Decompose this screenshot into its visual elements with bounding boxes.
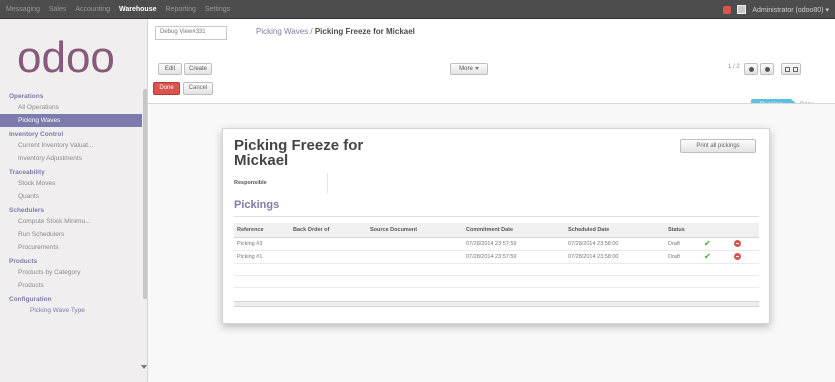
pickings-section-title: Pickings: [234, 199, 280, 211]
sidebar: odoo Operations All Operations Picking W…: [0, 19, 148, 382]
column-header-back-order[interactable]: Back Order of: [290, 223, 367, 238]
page-title: Picking Freeze for Mickael: [234, 137, 364, 169]
breadcrumb-picking-waves[interactable]: Picking Waves: [256, 27, 308, 36]
cell-commitment-date: 07/28/2014 23:57:59: [463, 237, 565, 251]
breadcrumb: Picking Waves / Picking Freeze for Micka…: [256, 27, 415, 36]
pager-value: 1 / 2: [728, 64, 740, 70]
responsible-field[interactable]: [327, 173, 328, 193]
sidebar-item-inventory-adjustments[interactable]: Inventory Adjustments: [0, 152, 142, 165]
logo-text: odoo: [17, 33, 115, 82]
top-menu-warehouse[interactable]: Warehouse: [119, 6, 156, 13]
sidebar-section-inventory-control: Inventory Control: [9, 131, 64, 138]
cell-reference: Picking #1: [234, 250, 290, 264]
sidebar-item-quants[interactable]: Quants: [0, 190, 142, 203]
create-button[interactable]: Create: [184, 63, 212, 75]
user-menu[interactable]: Administrator (odoo80) ▾: [752, 6, 829, 14]
sidebar-item-picking-waves[interactable]: Picking Waves: [0, 114, 142, 127]
scroll-down-icon[interactable]: [141, 365, 147, 369]
top-menu-accounting[interactable]: Accounting: [75, 6, 110, 13]
sidebar-item-all-operations[interactable]: All Operations: [0, 101, 142, 114]
cell-delete: [731, 250, 759, 264]
sidebar-section-schedulers: Schedulers: [9, 207, 45, 214]
column-header-source-document[interactable]: Source Document: [367, 223, 463, 238]
column-header-reference[interactable]: Reference: [234, 223, 290, 238]
top-menu: Messaging Sales Accounting Warehouse Rep…: [6, 0, 230, 19]
cell-action: ✔: [701, 250, 731, 264]
table-row-empty: [234, 275, 759, 288]
checkmark-icon[interactable]: ✔: [704, 239, 711, 248]
cell-status: Draft: [665, 237, 701, 251]
view-switch[interactable]: [781, 63, 801, 75]
sidebar-section-traceability: Traceability: [9, 169, 45, 176]
list-view-icon[interactable]: [785, 67, 790, 72]
column-header-action: [701, 223, 731, 238]
form-sheet: Picking Freeze for Mickael Print all pic…: [222, 128, 770, 324]
sidebar-item-inventory-valuation[interactable]: Current Inventory Valuat...: [0, 139, 142, 152]
sidebar-item-picking-wave-type[interactable]: Picking Wave Type: [0, 304, 142, 317]
print-all-pickings-button[interactable]: Print all pickings: [680, 139, 756, 153]
caret-down-icon: [474, 66, 479, 70]
pager-next-button[interactable]: [760, 63, 774, 75]
sidebar-item-procurements[interactable]: Procurements: [0, 241, 142, 254]
column-header-status[interactable]: Status: [665, 223, 701, 238]
responsible-label: Responsible: [234, 180, 267, 186]
table-row-empty: [234, 263, 759, 276]
table-header-row: Reference Back Order of Source Document …: [234, 223, 759, 238]
table-footer: [234, 301, 759, 307]
top-menu-messaging[interactable]: Messaging: [6, 6, 40, 13]
form-statusbar: Done Cancel Running Done: [148, 78, 835, 112]
done-button[interactable]: Done: [153, 82, 180, 95]
notification-icon[interactable]: [723, 5, 732, 14]
sidebar-section-products: Products: [9, 258, 38, 265]
column-header-commitment-date[interactable]: Commitment Date: [463, 223, 565, 238]
edit-button[interactable]: Edit: [158, 63, 182, 75]
cell-delete: [731, 237, 759, 251]
table-row[interactable]: Picking #3 07/28/2014 23:57:59 07/28/201…: [234, 237, 759, 251]
odoo-logo[interactable]: odoo: [17, 32, 137, 82]
cell-reference: Picking #3: [234, 237, 290, 251]
empty-cell: [234, 263, 759, 276]
breadcrumb-current: Picking Freeze for Mickael: [314, 27, 415, 36]
column-header-delete: [731, 223, 759, 238]
delete-icon[interactable]: [734, 253, 741, 260]
sidebar-item-run-schedulers[interactable]: Run Schedulers: [0, 228, 142, 241]
sidebar-section-operations: Operations: [9, 93, 44, 100]
sidebar-item-products-by-category[interactable]: Products by Category: [0, 266, 142, 279]
more-button[interactable]: More: [450, 63, 488, 75]
cell-action: ✔: [701, 237, 731, 251]
empty-cell: [234, 275, 759, 288]
top-menu-reporting[interactable]: Reporting: [166, 6, 196, 13]
cell-status: Draft: [665, 250, 701, 264]
cell-commitment-date: 07/28/2014 23:57:59: [463, 250, 565, 264]
cell-back-order: [290, 237, 367, 251]
breadcrumb-separator: /: [308, 27, 315, 36]
sidebar-item-stock-moves[interactable]: Stock Moves: [0, 177, 142, 190]
top-menu-sales[interactable]: Sales: [49, 6, 67, 13]
section-divider: [234, 216, 759, 217]
cell-back-order: [290, 250, 367, 264]
sidebar-item-compute-stock-minimum[interactable]: Compute Stock Minimu...: [0, 215, 142, 228]
top-menu-settings[interactable]: Settings: [205, 6, 230, 13]
avatar[interactable]: [737, 5, 747, 14]
column-header-scheduled-date[interactable]: Scheduled Date: [565, 223, 665, 238]
checkmark-icon[interactable]: ✔: [704, 252, 711, 261]
sidebar-item-products[interactable]: Products: [0, 279, 142, 292]
more-label: More: [459, 66, 473, 72]
sidebar-menu: Operations All Operations Picking Waves …: [0, 89, 142, 317]
debug-view-select[interactable]: Debug View#331: [155, 26, 227, 40]
cell-scheduled-date: 07/28/2014 23:58:00: [565, 237, 665, 251]
cell-scheduled-date: 07/28/2014 23:58:00: [565, 250, 665, 264]
pickings-table: Reference Back Order of Source Document …: [234, 223, 759, 288]
form-view-icon[interactable]: [793, 67, 798, 72]
cancel-button[interactable]: Cancel: [183, 82, 213, 95]
cell-source-document: [367, 250, 463, 264]
top-navbar: Messaging Sales Accounting Warehouse Rep…: [0, 0, 835, 19]
cell-source-document: [367, 237, 463, 251]
table-row[interactable]: Picking #1 07/28/2014 23:57:59 07/28/201…: [234, 250, 759, 264]
delete-icon[interactable]: [734, 240, 741, 247]
sidebar-section-configuration: Configuration: [9, 296, 52, 303]
user-area: Administrator (odoo80) ▾: [723, 0, 829, 19]
pager-previous-button[interactable]: [744, 63, 758, 75]
